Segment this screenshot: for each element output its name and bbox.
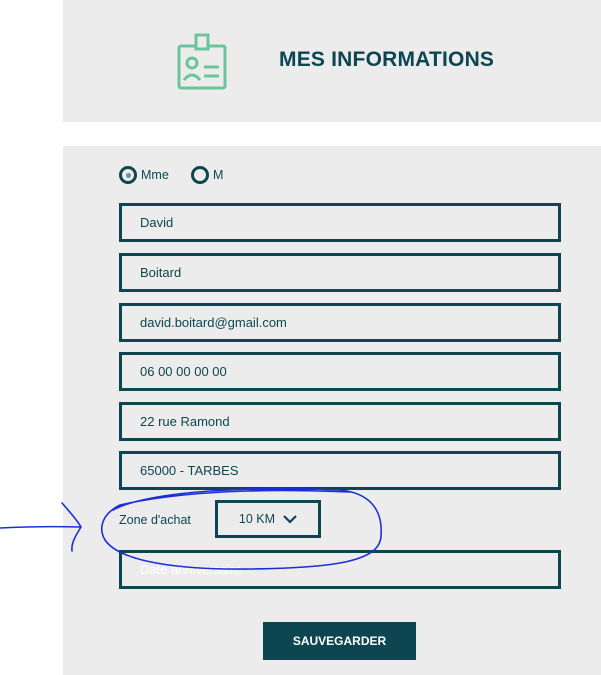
profile-form: Mme M Zone d'achat 10 KM SAUVEGARDER bbox=[63, 146, 601, 675]
zone-label: Zone d'achat bbox=[119, 513, 191, 527]
first-name-field[interactable] bbox=[119, 203, 561, 242]
radio-m[interactable]: M bbox=[191, 166, 223, 184]
phone-field[interactable] bbox=[119, 352, 561, 391]
chevron-down-icon bbox=[283, 515, 297, 524]
radio-mme[interactable]: Mme bbox=[119, 166, 169, 184]
page-title: MES INFORMATIONS bbox=[279, 48, 495, 71]
save-button[interactable]: SAUVEGARDER bbox=[263, 622, 416, 660]
header-card: MES INFORMATIONS bbox=[63, 0, 601, 122]
birthday-field[interactable] bbox=[119, 550, 561, 589]
radio-mme-checked-icon bbox=[119, 166, 137, 184]
zone-select[interactable]: 10 KM bbox=[215, 500, 321, 538]
zone-select-value: 10 KM bbox=[238, 512, 276, 526]
city-field[interactable] bbox=[119, 451, 561, 490]
address-field[interactable] bbox=[119, 402, 561, 441]
radio-m-label: M bbox=[213, 168, 224, 182]
radio-mme-label: Mme bbox=[141, 168, 169, 182]
last-name-field[interactable] bbox=[119, 253, 561, 292]
radio-m-unchecked-icon bbox=[191, 166, 209, 184]
email-field[interactable] bbox=[119, 303, 561, 342]
id-badge-icon bbox=[177, 33, 227, 90]
